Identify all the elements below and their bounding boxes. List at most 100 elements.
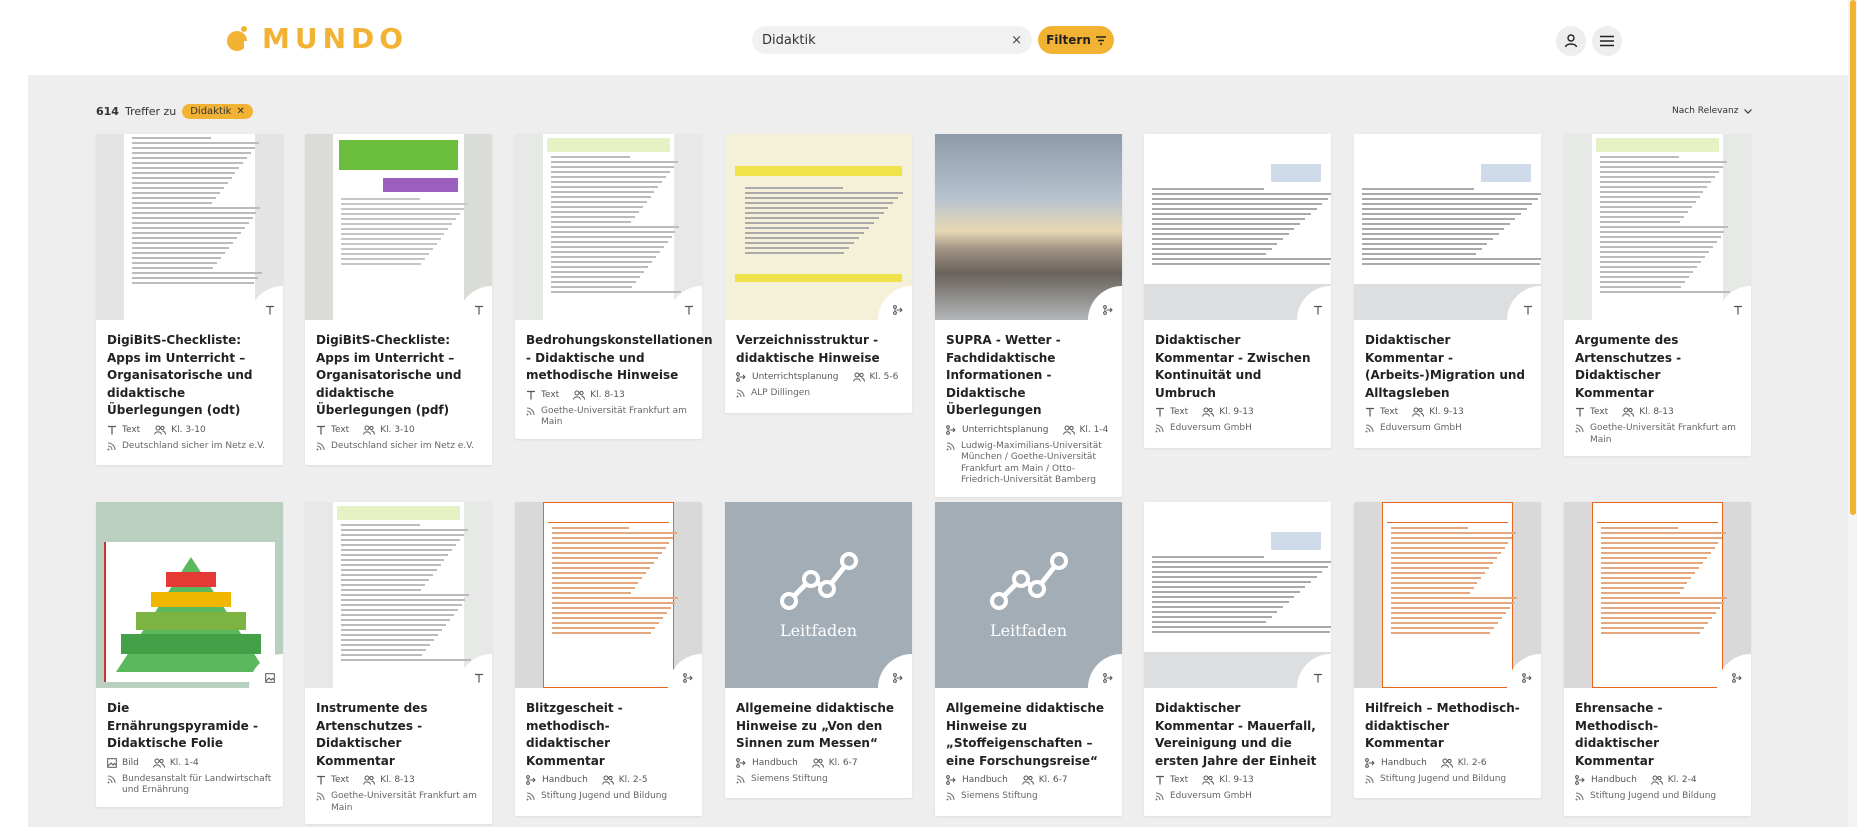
- card-thumbnail[interactable]: Leitfaden: [935, 502, 1122, 688]
- card-meta: Text Kl. 3-10: [96, 420, 283, 435]
- card-thumbnail[interactable]: [725, 134, 912, 320]
- grade-level: Kl. 2-5: [601, 775, 648, 785]
- result-card[interactable]: Verzeichnisstruktur - didaktische Hinwei…: [725, 134, 912, 413]
- text-icon: [1155, 775, 1165, 785]
- card-thumbnail[interactable]: [1564, 134, 1751, 320]
- card-source: Goethe-Universität Frankfurt am Main: [1564, 417, 1751, 456]
- result-card[interactable]: Bedrohungskonstellationen - Didaktische …: [515, 134, 713, 439]
- handbook-icon: [946, 775, 957, 785]
- resource-type: Handbuch: [946, 775, 1008, 785]
- text-icon: [316, 425, 326, 435]
- user-account-button[interactable]: [1556, 26, 1586, 56]
- search-value[interactable]: Didaktik: [762, 33, 816, 48]
- resource-type: Handbuch: [1365, 758, 1427, 768]
- card-thumbnail[interactable]: [935, 134, 1122, 320]
- card-title[interactable]: Didaktischer Kommentar - Mauerfall, Vere…: [1144, 688, 1331, 770]
- card-meta: Text Kl. 9-13: [1144, 770, 1331, 785]
- filter-icon: [1095, 35, 1106, 45]
- card-source: Siemens Stiftung: [725, 768, 912, 799]
- card-meta: Bild Kl. 1-4: [96, 753, 283, 768]
- card-thumbnail[interactable]: [515, 502, 702, 688]
- students-icon: [1021, 775, 1034, 785]
- filter-label: Filtern: [1046, 33, 1091, 47]
- resource-type: Bild: [107, 758, 139, 768]
- card-title[interactable]: DigiBitS-Checkliste: Apps im Unterricht …: [305, 320, 492, 420]
- mundo-logo[interactable]: MUNDO: [222, 22, 408, 55]
- resource-type: Handbuch: [1575, 775, 1637, 785]
- card-thumbnail[interactable]: [1144, 502, 1331, 688]
- card-title[interactable]: Didaktischer Kommentar - Zwischen Kontin…: [1144, 320, 1331, 402]
- students-icon: [363, 425, 376, 435]
- grade-level: Kl. 9-13: [1202, 407, 1254, 417]
- card-thumbnail[interactable]: [96, 134, 283, 320]
- result-card[interactable]: Die Ernährungspyramide - Didaktische Fol…: [96, 502, 283, 807]
- source-icon: [1155, 792, 1164, 806]
- card-meta: Text Kl. 9-13: [1354, 402, 1541, 417]
- result-card[interactable]: Ehrensache - Methodisch-didaktischer Kom…: [1564, 502, 1751, 816]
- source-icon: [316, 441, 325, 456]
- result-card[interactable]: Didaktischer Kommentar - (Arbeits-)Migra…: [1354, 134, 1541, 448]
- result-card[interactable]: Argumente des Artenschutzes - Didaktisch…: [1564, 134, 1751, 456]
- card-title[interactable]: Instrumente des Artenschutzes - Didaktis…: [305, 688, 492, 770]
- card-title[interactable]: SUPRA - Wetter - Fachdidaktische Informa…: [935, 320, 1122, 420]
- search-input[interactable]: Didaktik ×: [752, 26, 1032, 54]
- sort-dropdown[interactable]: Nach Relevanz: [1672, 106, 1753, 116]
- chip-close-icon[interactable]: ✕: [236, 106, 244, 117]
- text-icon: [526, 390, 536, 400]
- card-title[interactable]: Verzeichnisstruktur - didaktische Hinwei…: [725, 320, 912, 367]
- card-thumbnail[interactable]: [1354, 134, 1541, 320]
- card-title[interactable]: Bedrohungskonstellationen - Didaktische …: [515, 320, 713, 385]
- handbook-icon: [736, 757, 747, 768]
- card-thumbnail[interactable]: [1564, 502, 1751, 688]
- result-card[interactable]: Didaktischer Kommentar - Mauerfall, Vere…: [1144, 502, 1331, 816]
- resource-type: Text: [526, 390, 559, 400]
- source-icon: [736, 389, 745, 403]
- logo-text: MUNDO: [262, 22, 409, 55]
- result-card[interactable]: DigiBitS-Checkliste: Apps im Unterricht …: [305, 134, 492, 465]
- card-thumbnail[interactable]: [96, 502, 283, 688]
- students-icon: [152, 758, 165, 768]
- card-source: Eduversum GmbH: [1144, 417, 1331, 448]
- card-title[interactable]: Blitzgescheit - methodisch-didaktischer …: [515, 688, 702, 770]
- result-card[interactable]: DigiBitS-Checkliste: Apps im Unterricht …: [96, 134, 283, 465]
- card-title[interactable]: DigiBitS-Checkliste: Apps im Unterricht …: [96, 320, 283, 420]
- leitfaden-graph-icon: [779, 551, 858, 610]
- card-thumbnail[interactable]: [305, 502, 492, 688]
- handbook-icon: [526, 775, 537, 785]
- card-title[interactable]: Didaktischer Kommentar - (Arbeits-)Migra…: [1354, 320, 1541, 402]
- card-thumbnail[interactable]: [1354, 502, 1541, 688]
- card-title[interactable]: Die Ernährungspyramide - Didaktische Fol…: [96, 688, 283, 753]
- filter-button[interactable]: Filtern: [1038, 26, 1114, 54]
- card-thumbnail[interactable]: Leitfaden: [725, 502, 912, 688]
- card-title[interactable]: Allgemeine didaktische Hinweise zu „Stof…: [935, 688, 1122, 770]
- result-card[interactable]: SUPRA - Wetter - Fachdidaktische Informa…: [935, 134, 1122, 497]
- card-thumbnail[interactable]: [305, 134, 492, 320]
- source-icon: [1365, 424, 1374, 438]
- grade-level: Kl. 9-13: [1412, 407, 1464, 417]
- menu-button[interactable]: [1592, 26, 1622, 56]
- card-meta: Unterrichtsplanung Kl. 5-6: [725, 367, 912, 382]
- card-thumbnail[interactable]: [515, 134, 702, 320]
- card-thumbnail[interactable]: [1144, 134, 1331, 320]
- result-card[interactable]: Leitfaden Allgemeine didaktische Hinweise…: [935, 502, 1122, 816]
- chip-label: Didaktik: [190, 106, 232, 117]
- active-filter-chip[interactable]: Didaktik ✕: [182, 104, 253, 119]
- result-card[interactable]: Blitzgescheit - methodisch-didaktischer …: [515, 502, 702, 816]
- card-source: Eduversum GmbH: [1354, 417, 1541, 448]
- resource-type: Text: [316, 775, 349, 785]
- card-meta: Text Kl. 8-13: [515, 385, 702, 400]
- card-title[interactable]: Ehrensache - Methodisch-didaktischer Kom…: [1564, 688, 1751, 770]
- clear-search-icon[interactable]: ×: [1011, 33, 1022, 48]
- result-card[interactable]: Leitfaden Allgemeine didaktische Hinweise…: [725, 502, 912, 798]
- scrollbar[interactable]: [1848, 0, 1857, 827]
- students-icon: [811, 758, 824, 768]
- card-title[interactable]: Argumente des Artenschutzes - Didaktisch…: [1564, 320, 1751, 402]
- resource-type: Handbuch: [736, 758, 798, 768]
- scrollbar-thumb[interactable]: [1850, 0, 1856, 515]
- result-card[interactable]: Hilfreich – Methodisch-didaktischer Komm…: [1354, 502, 1541, 798]
- result-card[interactable]: Instrumente des Artenschutzes - Didaktis…: [305, 502, 492, 824]
- card-title[interactable]: Allgemeine didaktische Hinweise zu „Von …: [725, 688, 912, 753]
- card-source: Stiftung Jugend und Bildung: [515, 785, 702, 816]
- result-card[interactable]: Didaktischer Kommentar - Zwischen Kontin…: [1144, 134, 1331, 448]
- card-title[interactable]: Hilfreich – Methodisch-didaktischer Komm…: [1354, 688, 1541, 753]
